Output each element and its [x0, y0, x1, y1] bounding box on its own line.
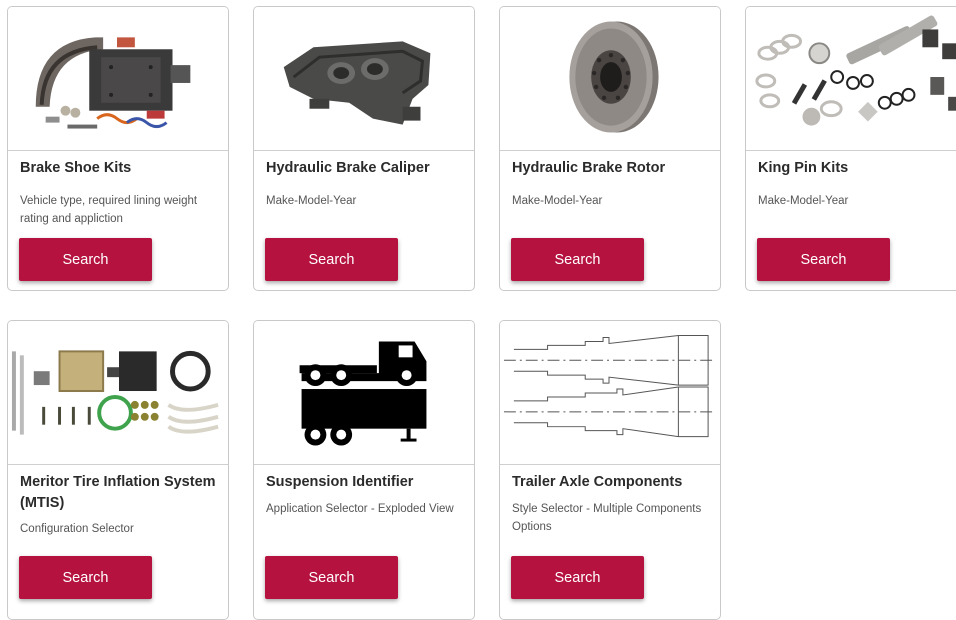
- search-button-hydraulic-brake-caliper[interactable]: Search: [265, 238, 398, 281]
- brake-caliper-image[interactable]: [254, 7, 474, 151]
- product-card-suspension-identifier: Suspension Identifier Application Select…: [253, 320, 475, 620]
- card-title: Trailer Axle Components: [512, 474, 683, 490]
- product-card-hydraulic-brake-caliper: Hydraulic Brake Caliper Make-Model-Year …: [253, 6, 475, 291]
- card-description: Make-Model-Year: [758, 195, 849, 207]
- search-button-king-pin-kits[interactable]: Search: [757, 238, 890, 281]
- card-description: Make-Model-Year: [512, 195, 603, 207]
- brake-shoe-kit-image[interactable]: [8, 7, 228, 151]
- product-card-brake-shoe-kits: Brake Shoe Kits Vehicle type, required l…: [7, 6, 229, 291]
- card-description: Vehicle type, required lining weight rat…: [20, 195, 198, 225]
- card-description: Style Selector - Multiple Components Opt…: [512, 503, 702, 533]
- card-title: Suspension Identifier: [266, 474, 414, 490]
- king-pin-kit-image[interactable]: [746, 7, 956, 151]
- product-card-trailer-axle-components: Trailer Axle Components Style Selector -…: [499, 320, 721, 620]
- search-button-meritor-tire-inflation-system[interactable]: Search: [19, 556, 152, 599]
- card-title: Hydraulic Brake Caliper: [266, 160, 430, 176]
- tire-inflation-system-image[interactable]: [8, 321, 228, 465]
- product-card-meritor-tire-inflation-system: Meritor Tire Inflation System (MTIS) Con…: [7, 320, 229, 620]
- card-description: Make-Model-Year: [266, 195, 357, 207]
- product-card-hydraulic-brake-rotor: Hydraulic Brake Rotor Make-Model-Year Se…: [499, 6, 721, 291]
- card-description: Configuration Selector: [20, 523, 134, 535]
- product-card-king-pin-kits: King Pin Kits Make-Model-Year Search: [745, 6, 956, 291]
- trailer-axle-diagram[interactable]: [500, 321, 720, 465]
- card-title: Meritor Tire Inflation System (MTIS): [20, 474, 216, 511]
- card-description: Application Selector - Exploded View: [266, 503, 454, 515]
- search-button-brake-shoe-kits[interactable]: Search: [19, 238, 152, 281]
- card-title: King Pin Kits: [758, 160, 849, 176]
- search-button-hydraulic-brake-rotor[interactable]: Search: [511, 238, 644, 281]
- card-title: Hydraulic Brake Rotor: [512, 160, 666, 176]
- brake-rotor-image[interactable]: [500, 7, 720, 151]
- truck-suspension-icon[interactable]: [254, 321, 474, 465]
- search-button-trailer-axle-components[interactable]: Search: [511, 556, 644, 599]
- card-title: Brake Shoe Kits: [20, 160, 132, 176]
- search-button-suspension-identifier[interactable]: Search: [265, 556, 398, 599]
